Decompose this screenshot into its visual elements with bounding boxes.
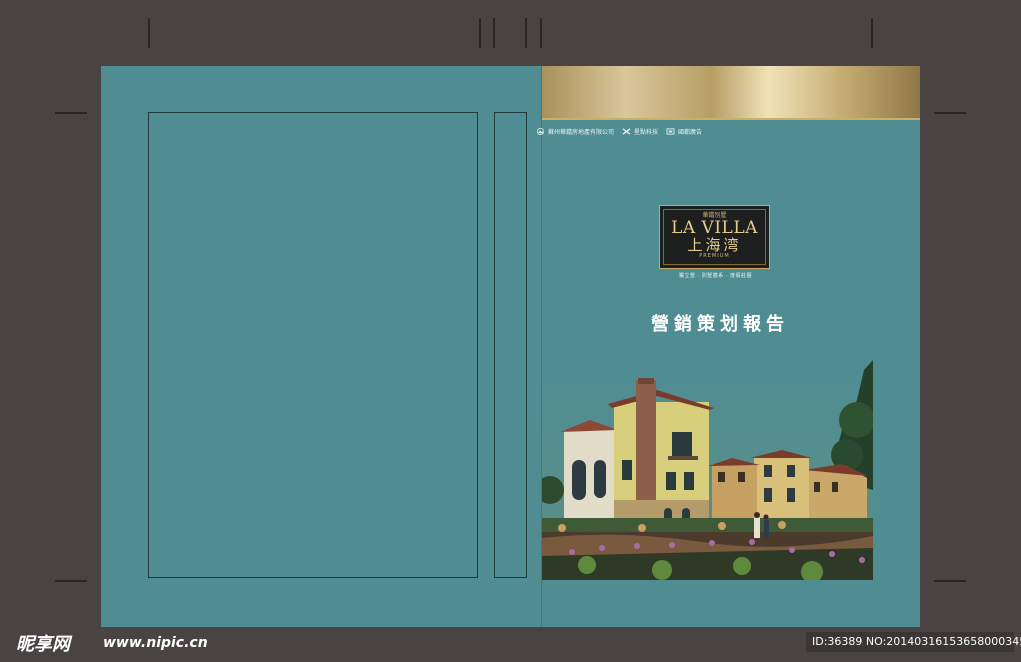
developer-logos: 蘇州華鍇房地產有限公司 星點科技 國都廣告 xyxy=(536,124,702,138)
cover-tagline: 獨立墅 · 別墅體系 · 度假莊園 xyxy=(678,273,753,279)
crop-mark xyxy=(525,18,527,48)
developer-logo: 蘇州華鍇房地產有限公司 xyxy=(536,127,614,136)
gold-band-edge xyxy=(542,118,920,120)
back-cover-frame xyxy=(148,112,478,578)
developer-name: 蘇州華鍇房地產有限公司 xyxy=(548,128,615,136)
x-logo-icon xyxy=(622,127,631,135)
mountain-logo-icon xyxy=(537,127,544,135)
crop-mark xyxy=(55,580,87,582)
crop-mark xyxy=(871,18,873,48)
report-title: 營銷策划報告 xyxy=(651,314,789,335)
spine-frame xyxy=(494,112,527,578)
developer-logo: 星點科技 xyxy=(622,127,658,136)
crop-mark xyxy=(934,112,966,114)
crop-mark xyxy=(540,18,542,48)
la-villa-logo: 華鍇別墅 LA VILLA 上海湾 PREMIUM xyxy=(659,205,770,269)
developer-name: 星點科技 xyxy=(634,128,659,136)
developer-name: 國都廣告 xyxy=(678,128,703,136)
crop-mark xyxy=(934,580,966,582)
watermark-site-name: 昵享网 xyxy=(16,634,70,655)
logo-inner-border xyxy=(663,209,766,265)
crop-mark xyxy=(55,112,87,114)
developer-logo: 國都廣告 xyxy=(666,127,702,136)
crop-mark xyxy=(493,18,495,48)
watermark-id: ID:36389 NO:20140316153658000345 xyxy=(806,632,1021,652)
gold-header-band xyxy=(542,66,920,118)
watermark-url: www.nipic.cn xyxy=(103,635,208,651)
square-logo-icon xyxy=(666,127,675,135)
crop-mark xyxy=(148,18,150,48)
villa-photo xyxy=(542,360,873,580)
crop-mark xyxy=(479,18,481,48)
